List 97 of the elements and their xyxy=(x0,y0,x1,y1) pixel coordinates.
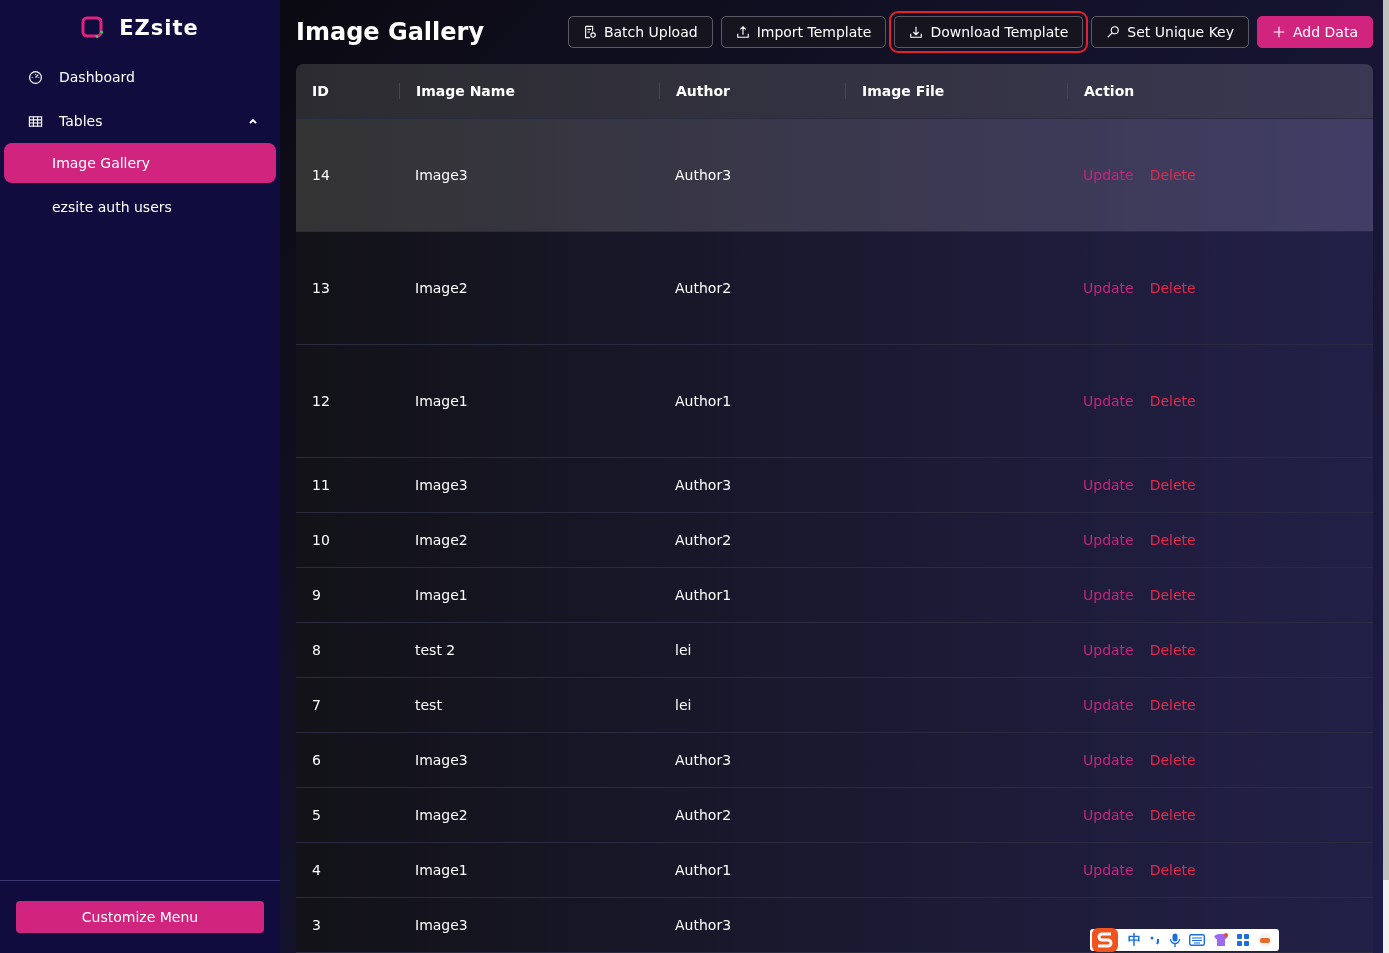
table-cell-text: 13 xyxy=(311,280,331,296)
table-cell-text: Image1 xyxy=(414,862,469,878)
table-cell-text: Author3 xyxy=(674,167,733,183)
delete-link[interactable]: Delete xyxy=(1149,393,1196,409)
column-header: Image File xyxy=(845,83,1067,99)
toolbar-button[interactable]: Add Data xyxy=(1257,16,1373,48)
table-cell-text: Image3 xyxy=(414,917,469,933)
column-header: Author xyxy=(659,83,845,99)
table-cell-text: Author1 xyxy=(674,587,733,603)
logo-text: EZsite xyxy=(119,15,199,40)
table-cell-text: 12 xyxy=(311,393,331,409)
update-link[interactable]: Update xyxy=(1083,532,1134,548)
table-cell-text: 10 xyxy=(311,532,331,548)
table-cell-text: Image3 xyxy=(414,752,469,768)
update-link[interactable]: Update xyxy=(1083,807,1134,823)
update-link[interactable]: Update xyxy=(1083,752,1134,768)
table-cell-text: test xyxy=(414,697,443,713)
page-title: Image Gallery xyxy=(296,18,486,46)
delete-link[interactable]: Delete xyxy=(1149,862,1196,878)
gauge-icon xyxy=(28,69,43,85)
column-header: Image Name xyxy=(399,83,659,99)
column-header: ID xyxy=(311,83,330,99)
column-header: Action xyxy=(1067,83,1373,99)
table-cell-text: Image2 xyxy=(414,280,469,296)
punctuation-icon[interactable] xyxy=(1149,934,1161,946)
delete-link[interactable]: Delete xyxy=(1149,752,1196,768)
table-cell-text: Author3 xyxy=(674,477,733,493)
table-cell-text: 5 xyxy=(311,807,322,823)
table-cell-text: lei xyxy=(674,642,693,658)
table-cell-text: 7 xyxy=(311,697,322,713)
table-cell-text: Author1 xyxy=(674,862,733,878)
table-row[interactable]: 12 Image1 Author1 Update Delete xyxy=(296,345,1373,458)
table-row[interactable]: 5 Image2 Author2 Update Delete xyxy=(296,788,1373,843)
delete-link[interactable]: Delete xyxy=(1149,280,1196,296)
logo-icon xyxy=(81,15,106,40)
table-cell-text: Image2 xyxy=(414,807,469,823)
toolbar-button[interactable]: Import Template xyxy=(720,16,887,48)
table-cell-text: Author2 xyxy=(674,532,733,548)
update-link[interactable]: Update xyxy=(1083,862,1134,878)
microphone-icon[interactable] xyxy=(1169,933,1181,947)
apps-icon[interactable] xyxy=(1237,934,1249,946)
update-link[interactable]: Update xyxy=(1083,587,1134,603)
table-row[interactable]: 11 Image3 Author3 Update Delete xyxy=(296,458,1373,513)
table-cell-text: Image3 xyxy=(414,167,469,183)
update-link[interactable]: Update xyxy=(1083,393,1134,409)
delete-link[interactable]: Delete xyxy=(1149,697,1196,713)
table-cell-text: 6 xyxy=(311,752,322,768)
upload-icon xyxy=(735,25,750,39)
plus-icon xyxy=(1272,25,1286,39)
table-row[interactable]: 10 Image2 Author2 Update Delete xyxy=(296,513,1373,568)
table-cell-text: Author2 xyxy=(674,807,733,823)
table-row[interactable]: 6 Image3 Author3 Update Delete xyxy=(296,733,1373,788)
table-cell-text: Image3 xyxy=(414,477,469,493)
sidebar-subitem[interactable]: Image Gallery xyxy=(4,143,276,183)
update-link[interactable]: Update xyxy=(1083,697,1134,713)
document-icon xyxy=(582,25,597,39)
table-cell-text: Author3 xyxy=(674,917,733,933)
table-cell-text: 8 xyxy=(311,642,322,658)
sidebar-item[interactable]: Tables xyxy=(0,99,280,143)
shirt-icon[interactable] xyxy=(1213,933,1229,947)
table-cell-text: Author3 xyxy=(674,752,733,768)
update-link[interactable]: Update xyxy=(1083,642,1134,658)
delete-link[interactable]: Delete xyxy=(1149,532,1196,548)
update-link[interactable]: Update xyxy=(1083,477,1134,493)
table-icon xyxy=(28,113,43,129)
table-cell-text: Image1 xyxy=(414,393,469,409)
ime-mode-text[interactable]: 中 xyxy=(1128,931,1141,949)
table-cell-text: Author1 xyxy=(674,393,733,409)
toolbar-button[interactable]: Set Unique Key xyxy=(1091,16,1249,48)
table-row[interactable]: 4 Image1 Author1 Update Delete xyxy=(296,843,1373,898)
scrollbar[interactable] xyxy=(1383,0,1389,953)
table-row[interactable]: 13 Image2 Author2 Update Delete xyxy=(296,232,1373,345)
table-cell-text: test 2 xyxy=(414,642,457,658)
table-cell-text: 11 xyxy=(311,477,331,493)
table-cell-text: Image1 xyxy=(414,587,469,603)
download-icon xyxy=(909,25,924,39)
customize-menu-button[interactable]: Customize Menu xyxy=(16,901,264,933)
table-row[interactable]: 7 test lei Update Delete xyxy=(296,678,1373,733)
delete-link[interactable]: Delete xyxy=(1149,807,1196,823)
sidebar-subitem[interactable]: ezsite auth users xyxy=(4,187,276,227)
table-cell-text: Author2 xyxy=(674,280,733,296)
delete-link[interactable]: Delete xyxy=(1149,642,1196,658)
update-link[interactable]: Update xyxy=(1083,280,1134,296)
search-icon xyxy=(1106,25,1121,39)
table-cell-text: 9 xyxy=(311,587,322,603)
delete-link[interactable]: Delete xyxy=(1149,587,1196,603)
sidebar-item[interactable]: Dashboard xyxy=(0,55,280,99)
table-cell-text: 3 xyxy=(311,917,322,933)
keyboard-icon[interactable] xyxy=(1189,934,1205,946)
table-cell-text: lei xyxy=(674,697,693,713)
toolbar-button[interactable]: Batch Upload xyxy=(567,16,713,48)
delete-link[interactable]: Delete xyxy=(1149,477,1196,493)
table-cell-text: 14 xyxy=(311,167,331,183)
table-cell-text: Image2 xyxy=(414,532,469,548)
table-cell-text: 4 xyxy=(311,862,322,878)
table-row[interactable]: 8 test 2 lei Update Delete xyxy=(296,623,1373,678)
table-row[interactable]: 9 Image1 Author1 Update Delete xyxy=(296,568,1373,623)
